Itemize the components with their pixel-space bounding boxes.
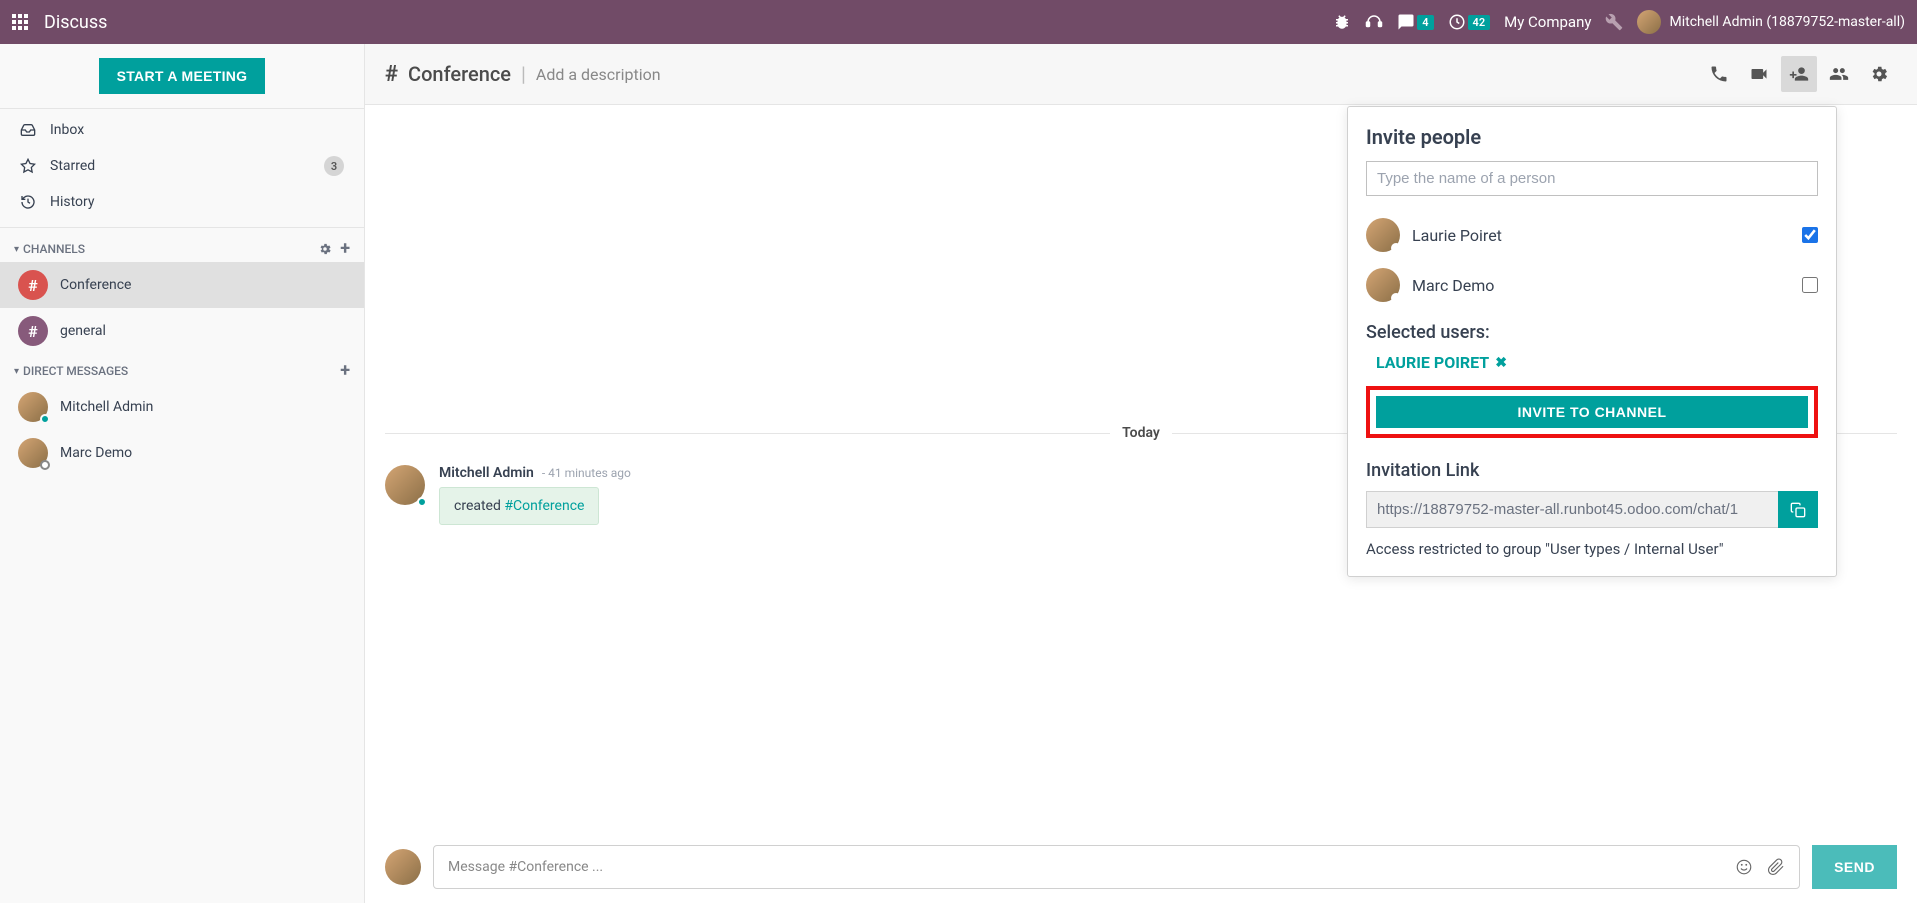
chevron-down-icon: ▾ bbox=[14, 366, 19, 377]
channel-label: Conference bbox=[60, 277, 131, 293]
person-name: Laurie Poiret bbox=[1412, 226, 1502, 245]
selected-user-tag: LAURIE POIRET ✖ bbox=[1376, 353, 1507, 372]
status-away-icon bbox=[1391, 243, 1401, 253]
activities-icon[interactable]: 42 bbox=[1448, 13, 1491, 31]
invite-to-channel-button[interactable]: INVITE TO CHANNEL bbox=[1376, 396, 1808, 428]
messages-icon[interactable]: 4 bbox=[1397, 13, 1433, 31]
sidebar-dm-item[interactable]: Mitchell Admin bbox=[0, 384, 364, 430]
hash-icon: # bbox=[385, 62, 398, 87]
sidebar: START A MEETING Inbox Starred 3 Hist bbox=[0, 44, 365, 903]
copy-link-button[interactable] bbox=[1778, 491, 1818, 528]
starred-count-badge: 3 bbox=[324, 156, 344, 176]
emoji-icon[interactable] bbox=[1735, 858, 1753, 876]
channel-avatar-icon: # bbox=[18, 316, 48, 346]
debug-icon[interactable] bbox=[1333, 13, 1351, 31]
status-away-icon bbox=[40, 460, 50, 470]
messages-badge: 4 bbox=[1417, 15, 1433, 30]
dm-label: Mitchell Admin bbox=[60, 399, 153, 415]
channel-header: # Conference | Add a description bbox=[365, 44, 1917, 105]
avatar bbox=[385, 849, 421, 885]
send-button[interactable]: SEND bbox=[1812, 845, 1897, 889]
invitation-link-title: Invitation Link bbox=[1366, 460, 1818, 481]
sidebar-item-label: Starred bbox=[50, 158, 95, 174]
chevron-down-icon: ▾ bbox=[14, 244, 19, 255]
attachment-icon[interactable] bbox=[1767, 858, 1785, 876]
sidebar-dm-item[interactable]: Marc Demo bbox=[0, 430, 364, 476]
message-content: created #Conference bbox=[439, 487, 599, 525]
settings-icon[interactable] bbox=[1605, 13, 1623, 31]
channel-title: Conference bbox=[408, 62, 511, 86]
invite-title: Invite people bbox=[1366, 125, 1818, 149]
inbox-icon bbox=[20, 122, 38, 138]
plus-icon[interactable]: + bbox=[340, 364, 350, 378]
avatar bbox=[1366, 218, 1400, 252]
person-name: Marc Demo bbox=[1412, 276, 1494, 295]
message-input[interactable]: Message #Conference ... bbox=[433, 845, 1800, 889]
user-menu[interactable]: Mitchell Admin (18879752-master-all) bbox=[1637, 10, 1905, 34]
sidebar-channel-general[interactable]: # general bbox=[0, 308, 364, 354]
sidebar-item-starred[interactable]: Starred 3 bbox=[0, 147, 364, 185]
history-icon bbox=[20, 194, 38, 210]
status-online-icon bbox=[40, 414, 50, 424]
user-avatar-icon bbox=[1637, 10, 1661, 34]
avatar bbox=[385, 465, 425, 505]
app-title: Discuss bbox=[44, 12, 107, 33]
apps-icon[interactable] bbox=[12, 14, 28, 30]
sidebar-item-inbox[interactable]: Inbox bbox=[0, 113, 364, 147]
members-button[interactable] bbox=[1821, 56, 1857, 92]
message-time: - 41 minutes ago bbox=[542, 466, 631, 480]
settings-button[interactable] bbox=[1861, 56, 1897, 92]
channel-avatar-icon: # bbox=[18, 270, 48, 300]
start-meeting-button[interactable]: START A MEETING bbox=[99, 58, 266, 94]
sidebar-item-label: History bbox=[50, 194, 95, 210]
sidebar-item-label: Inbox bbox=[50, 122, 84, 138]
invite-popover: Invite people Laurie Poiret Marc Demo Se… bbox=[1347, 106, 1837, 577]
user-name: Mitchell Admin (18879752-master-all) bbox=[1669, 14, 1905, 30]
avatar bbox=[1366, 268, 1400, 302]
channels-header[interactable]: ▾ CHANNELS + bbox=[0, 232, 364, 262]
channel-description-input[interactable]: Add a description bbox=[536, 65, 661, 84]
dm-header[interactable]: ▾ DIRECT MESSAGES + bbox=[0, 354, 364, 384]
message-author: Mitchell Admin bbox=[439, 465, 534, 481]
invite-button-highlight: INVITE TO CHANNEL bbox=[1366, 386, 1818, 438]
access-note: Access restricted to group "User types /… bbox=[1366, 540, 1818, 558]
video-call-button[interactable] bbox=[1741, 56, 1777, 92]
dm-label: Marc Demo bbox=[60, 445, 132, 461]
star-icon bbox=[20, 158, 38, 174]
invite-person-row[interactable]: Laurie Poiret bbox=[1366, 210, 1818, 260]
invitation-link-input[interactable] bbox=[1366, 491, 1778, 528]
sidebar-item-history[interactable]: History bbox=[0, 185, 364, 219]
avatar bbox=[18, 438, 48, 468]
channel-link[interactable]: #Conference bbox=[504, 498, 584, 514]
avatar bbox=[18, 392, 48, 422]
person-checkbox[interactable] bbox=[1802, 227, 1818, 243]
plus-icon[interactable]: + bbox=[340, 242, 350, 256]
activities-badge: 42 bbox=[1468, 15, 1491, 30]
add-user-button[interactable] bbox=[1781, 56, 1817, 92]
remove-icon[interactable]: ✖ bbox=[1495, 355, 1507, 371]
invite-search-input[interactable] bbox=[1366, 161, 1818, 196]
channel-label: general bbox=[60, 323, 106, 339]
call-button[interactable] bbox=[1701, 56, 1737, 92]
phone-support-icon[interactable] bbox=[1365, 13, 1383, 31]
status-online-icon bbox=[417, 497, 427, 507]
sidebar-channel-conference[interactable]: # Conference bbox=[0, 262, 364, 308]
invite-person-row[interactable]: Marc Demo bbox=[1366, 260, 1818, 310]
selected-users-title: Selected users: bbox=[1366, 322, 1818, 343]
navbar: Discuss 4 42 My Company Mitchell Admin (… bbox=[0, 0, 1917, 44]
gear-icon[interactable] bbox=[318, 242, 332, 256]
status-away-icon bbox=[1391, 293, 1401, 303]
company-selector[interactable]: My Company bbox=[1504, 13, 1591, 31]
composer: Message #Conference ... SEND bbox=[365, 831, 1917, 903]
person-checkbox[interactable] bbox=[1802, 277, 1818, 293]
